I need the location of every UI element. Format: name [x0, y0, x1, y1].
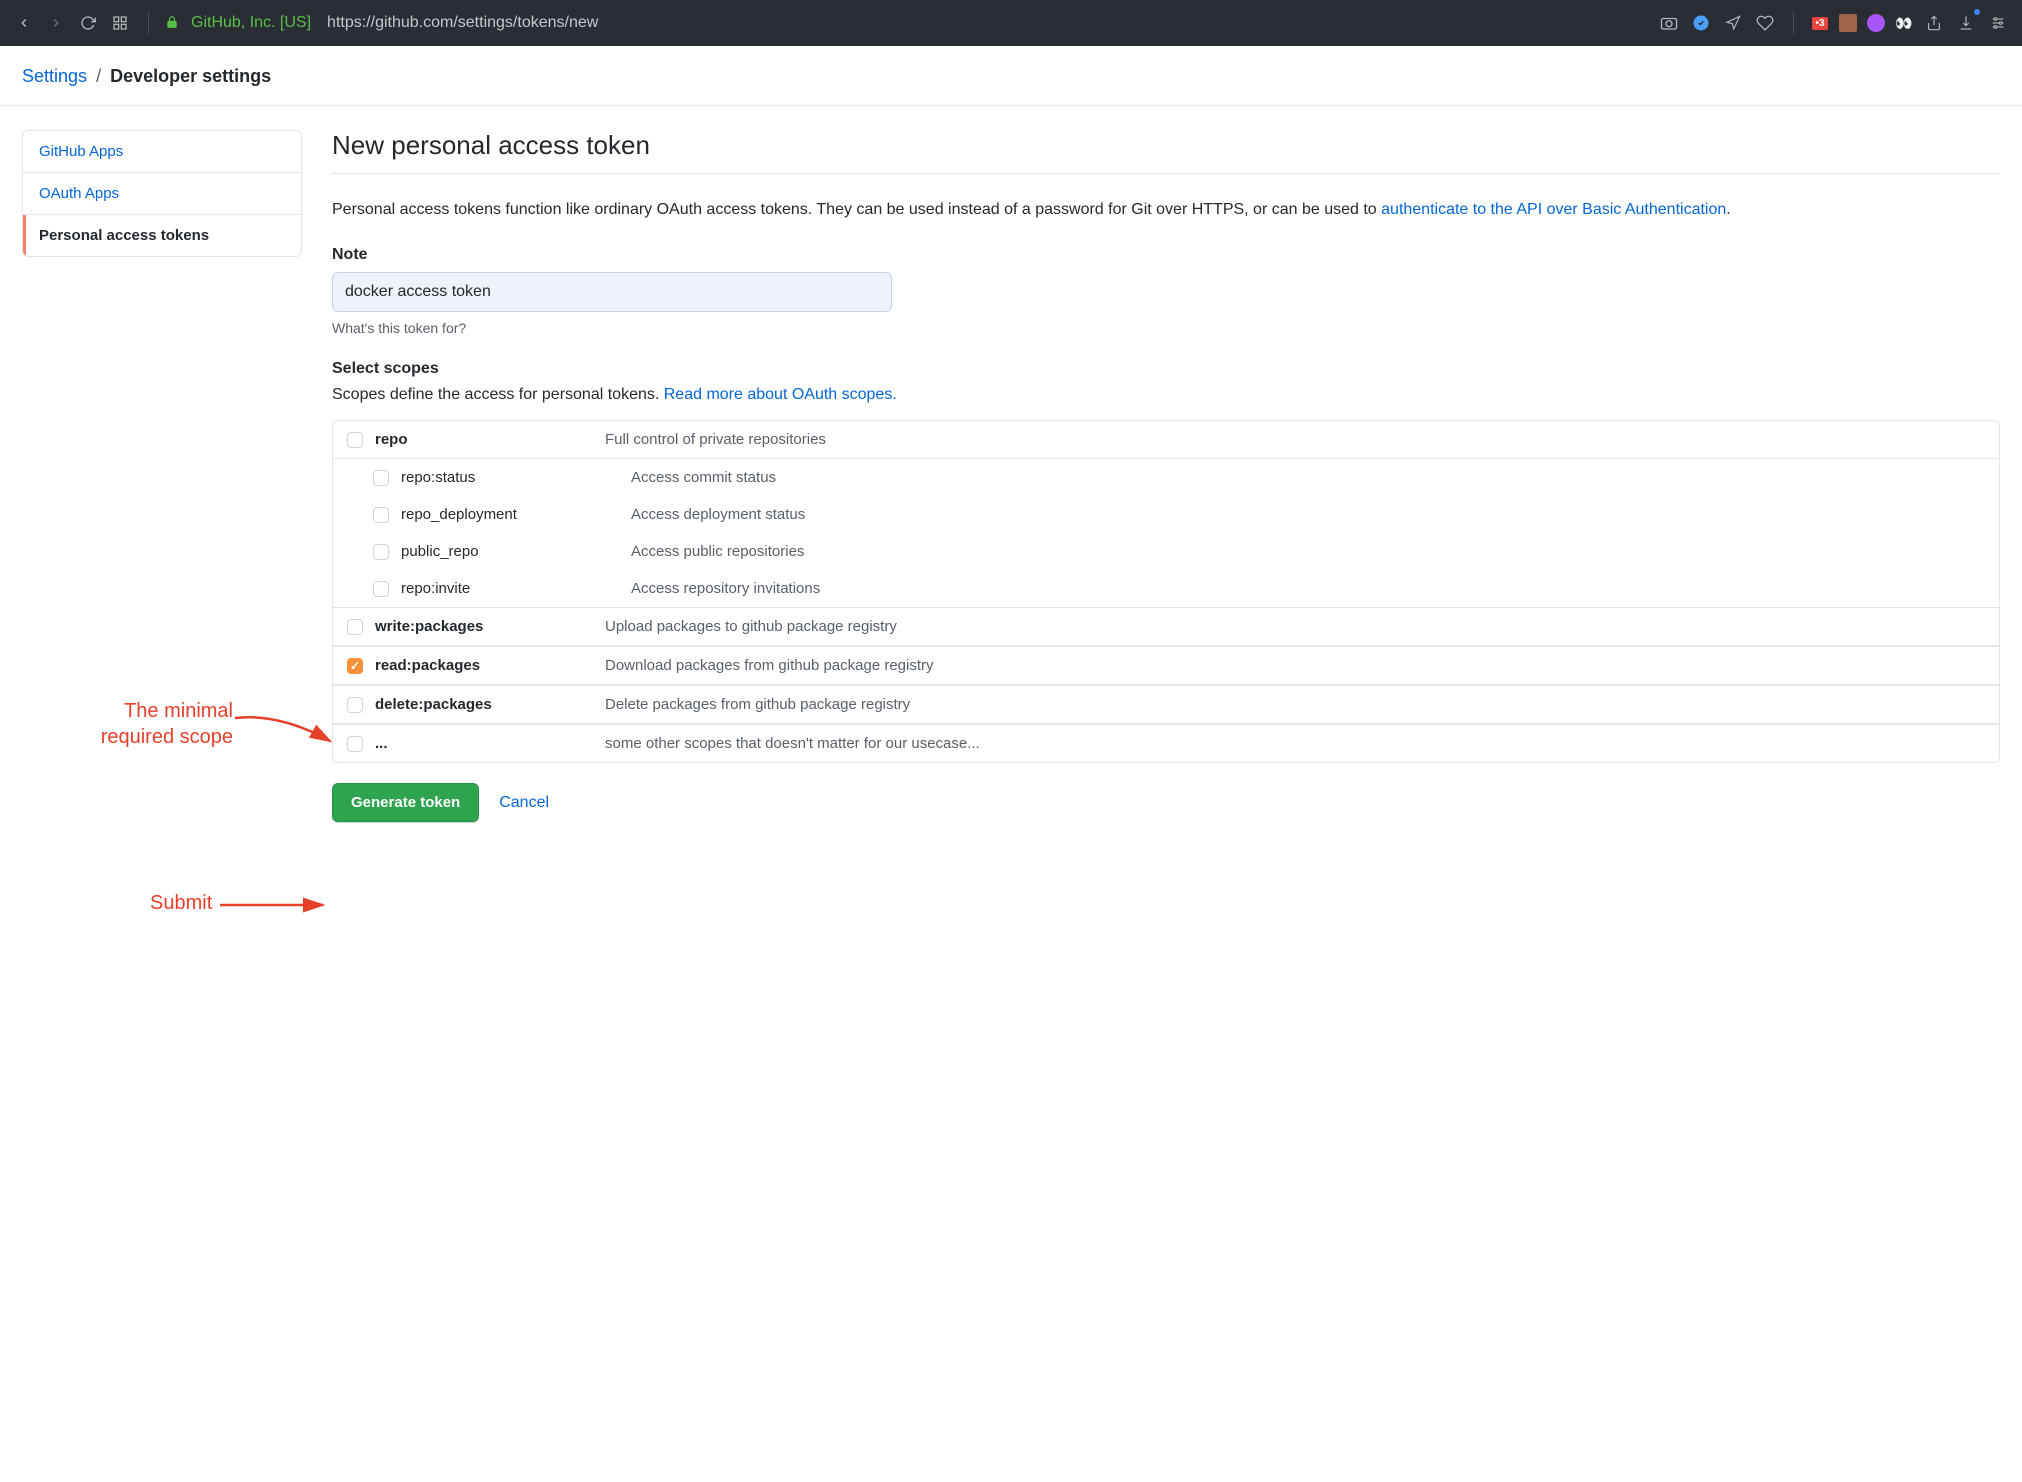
- scope-description: Access repository invitations: [631, 580, 820, 597]
- breadcrumb-settings[interactable]: Settings: [22, 66, 87, 86]
- url-display[interactable]: https://github.com/settings/tokens/new: [327, 14, 598, 32]
- extension-purple-icon[interactable]: [1866, 13, 1886, 33]
- breadcrumb: Settings / Developer settings: [0, 46, 2022, 106]
- reload-button[interactable]: [76, 11, 100, 35]
- scope-row-write-packages[interactable]: write:packagesUpload packages to github …: [333, 607, 1999, 646]
- annotation-submit: Submit: [150, 892, 212, 915]
- tabs-button[interactable]: [108, 11, 132, 35]
- site-identity: GitHub, Inc. [US]: [191, 14, 311, 32]
- scope-description: Access public repositories: [631, 543, 804, 560]
- scope-name: repo:status: [401, 469, 631, 486]
- scope-row-public_repo[interactable]: public_repoAccess public repositories: [333, 533, 1999, 570]
- extension-cube-icon[interactable]: [1838, 13, 1858, 33]
- scope-checkbox[interactable]: [373, 581, 389, 597]
- scope-row-delete-packages[interactable]: delete:packagesDelete packages from gith…: [333, 685, 1999, 724]
- scope-checkbox[interactable]: [347, 432, 363, 448]
- generate-token-button[interactable]: Generate token: [332, 783, 479, 822]
- sidebar-item-oauth-apps[interactable]: OAuth Apps: [23, 173, 301, 215]
- breadcrumb-separator: /: [96, 66, 101, 86]
- scopes-label: Select scopes: [332, 360, 2000, 378]
- scope-name: read:packages: [375, 657, 605, 674]
- scope-name: public_repo: [401, 543, 631, 560]
- scope-row-repo-status[interactable]: repo:statusAccess commit status: [333, 459, 1999, 496]
- scope-row-read-packages[interactable]: read:packagesDownload packages from gith…: [333, 646, 1999, 685]
- annotation-arrow-submit: [215, 895, 330, 919]
- heart-icon[interactable]: [1753, 11, 1777, 35]
- scope-row----[interactable]: ...some other scopes that doesn't matter…: [333, 724, 1999, 762]
- note-label: Note: [332, 246, 2000, 264]
- downloads-icon[interactable]: [1954, 11, 1978, 35]
- cancel-button[interactable]: Cancel: [499, 794, 549, 812]
- shield-check-icon[interactable]: [1689, 11, 1713, 35]
- breadcrumb-current: Developer settings: [110, 66, 271, 86]
- scope-description: Delete packages from github package regi…: [605, 696, 910, 713]
- scope-name: repo: [375, 431, 605, 448]
- scope-checkbox[interactable]: [373, 544, 389, 560]
- browser-toolbar: GitHub, Inc. [US] https://github.com/set…: [0, 0, 2022, 46]
- share-icon[interactable]: [1922, 11, 1946, 35]
- scope-checkbox[interactable]: [347, 658, 363, 674]
- scope-checkbox[interactable]: [347, 619, 363, 635]
- page-title: New personal access token: [332, 130, 2000, 174]
- auth-api-link[interactable]: authenticate to the API over Basic Authe…: [1381, 201, 1726, 218]
- scope-description: Upload packages to github package regist…: [605, 618, 897, 635]
- scope-checkbox[interactable]: [373, 507, 389, 523]
- sidebar-item-github-apps[interactable]: GitHub Apps: [23, 131, 301, 173]
- scope-description: Full control of private repositories: [605, 431, 826, 448]
- extension-eyes-icon[interactable]: 👀: [1894, 13, 1914, 33]
- scope-name: repo_deployment: [401, 506, 631, 523]
- note-input[interactable]: [332, 272, 892, 312]
- forward-button[interactable]: [44, 11, 68, 35]
- scope-checkbox[interactable]: [347, 736, 363, 752]
- scope-checkbox[interactable]: [347, 697, 363, 713]
- scope-checkbox[interactable]: [373, 470, 389, 486]
- scope-description: Access commit status: [631, 469, 776, 486]
- scope-description: Download packages from github package re…: [605, 657, 934, 674]
- scope-name: delete:packages: [375, 696, 605, 713]
- scopes-list: repoFull control of private repositories…: [332, 420, 2000, 763]
- developer-menu: GitHub Apps OAuth Apps Personal access t…: [22, 130, 302, 257]
- scope-description: Access deployment status: [631, 506, 805, 523]
- extension-badge-icon[interactable]: •3: [1810, 13, 1830, 33]
- sidebar-item-personal-tokens[interactable]: Personal access tokens: [23, 215, 301, 256]
- note-help: What's this token for?: [332, 320, 2000, 336]
- scopes-subtitle: Scopes define the access for personal to…: [332, 386, 2000, 404]
- scope-name: ...: [375, 735, 605, 752]
- scope-row-repo[interactable]: repoFull control of private repositories: [333, 421, 1999, 459]
- scope-row-repo_deployment[interactable]: repo_deploymentAccess deployment status: [333, 496, 1999, 533]
- scope-row-repo-invite[interactable]: repo:inviteAccess repository invitations: [333, 570, 1999, 607]
- back-button[interactable]: [12, 11, 36, 35]
- lock-icon: [165, 15, 179, 32]
- scope-description: some other scopes that doesn't matter fo…: [605, 735, 980, 752]
- send-icon[interactable]: [1721, 11, 1745, 35]
- oauth-scopes-link[interactable]: Read more about OAuth scopes.: [664, 386, 897, 403]
- scope-name: write:packages: [375, 618, 605, 635]
- camera-icon[interactable]: [1657, 11, 1681, 35]
- preferences-icon[interactable]: [1986, 11, 2010, 35]
- lead-text: Personal access tokens function like ord…: [332, 198, 2000, 222]
- scope-name: repo:invite: [401, 580, 631, 597]
